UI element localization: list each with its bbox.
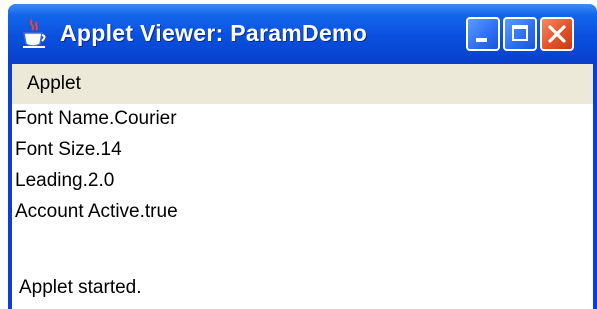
param-line-font-size: Font Size.14 <box>15 139 122 160</box>
maximize-icon <box>512 25 528 41</box>
menu-bar: Applet <box>12 64 593 104</box>
java-cup-icon[interactable] <box>20 18 48 50</box>
menu-applet[interactable]: Applet <box>27 73 81 95</box>
close-button[interactable] <box>540 17 574 51</box>
window-title: Applet Viewer: ParamDemo <box>60 20 368 46</box>
minimize-icon <box>476 38 487 42</box>
param-line-account-active: Account Active.true <box>15 201 178 222</box>
minimize-button[interactable] <box>466 17 500 51</box>
client-area: Applet Font Name.Courier Font Size.14 Le… <box>12 64 593 309</box>
close-icon <box>548 25 566 43</box>
maximize-button[interactable] <box>503 17 537 51</box>
param-line-leading: Leading.2.0 <box>15 170 115 191</box>
param-line-font-name: Font Name.Courier <box>15 108 177 129</box>
status-bar: Applet started. <box>12 267 593 309</box>
status-text: Applet started. <box>19 277 142 298</box>
applet-viewer-window: Applet Viewer: ParamDemo Applet Font Nam… <box>8 4 597 309</box>
title-bar[interactable]: Applet Viewer: ParamDemo <box>8 4 597 64</box>
